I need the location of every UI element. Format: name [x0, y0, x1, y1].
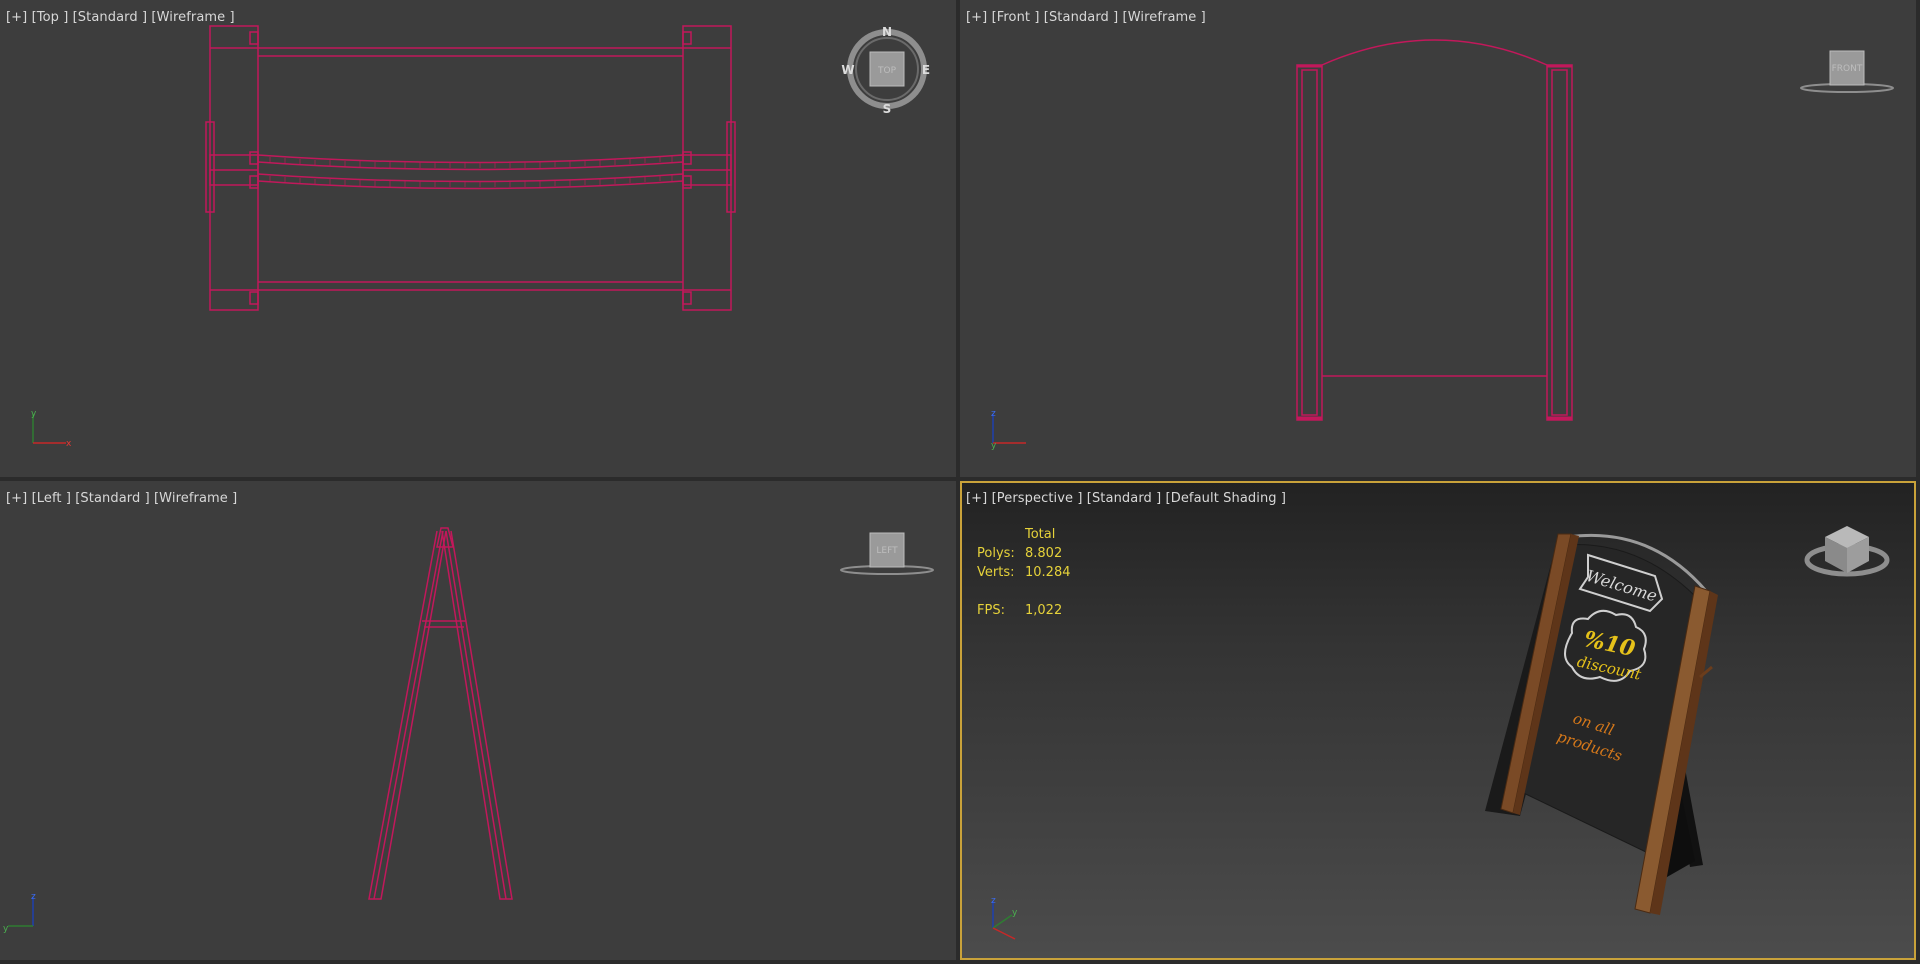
axis-tripod-perspective-icon: z y — [991, 896, 1018, 940]
viewcube-front[interactable]: FRONT — [1800, 50, 1894, 93]
top-wireframe: TOP N S W E y x — [31, 25, 930, 449]
perspective-render: Welcome %10 discount on all products z y — [991, 526, 1890, 940]
viewport-top[interactable]: [+] [Top ] [Standard ] [Wireframe ] TOP … — [0, 0, 956, 477]
compass-south: S — [883, 102, 892, 116]
left-wireframe: LEFT z y — [3, 527, 934, 934]
viewcube-perspective[interactable] — [1804, 526, 1890, 577]
svg-text:y: y — [31, 409, 37, 419]
axis-tripod-front-icon: z y — [991, 409, 1026, 451]
svg-text:y: y — [1012, 908, 1018, 918]
svg-text:z: z — [991, 409, 996, 419]
svg-text:z: z — [991, 896, 996, 906]
compass-west: W — [841, 63, 854, 77]
viewcube-front-face: FRONT — [1832, 64, 1863, 74]
axis-tripod-left-icon: z y — [3, 892, 36, 934]
viewcube-top-face: TOP — [877, 66, 897, 76]
svg-text:z: z — [31, 892, 36, 902]
axis-tripod-top-icon: y x — [31, 409, 72, 449]
svg-text:y: y — [991, 441, 997, 451]
viewport-left[interactable]: [+] [Left ] [Standard ] [Wireframe ] LEF… — [0, 481, 956, 960]
viewcube-left-face: LEFT — [876, 546, 898, 556]
compass-north: N — [882, 25, 892, 39]
compass-east: E — [922, 63, 930, 77]
front-wireframe: FRONT z y — [991, 39, 1894, 451]
viewport-perspective[interactable]: [+] [Perspective ] [Standard ] [Default … — [960, 481, 1916, 960]
svg-text:x: x — [66, 439, 72, 449]
viewport-grid: [+] [Top ] [Standard ] [Wireframe ] TOP … — [0, 0, 1920, 964]
svg-text:y: y — [3, 924, 9, 934]
viewcube-top[interactable]: TOP N S W E — [841, 25, 930, 116]
viewcube-left[interactable]: LEFT — [840, 532, 934, 575]
viewport-front[interactable]: [+] [Front ] [Standard ] [Wireframe ] FR… — [960, 0, 1916, 477]
